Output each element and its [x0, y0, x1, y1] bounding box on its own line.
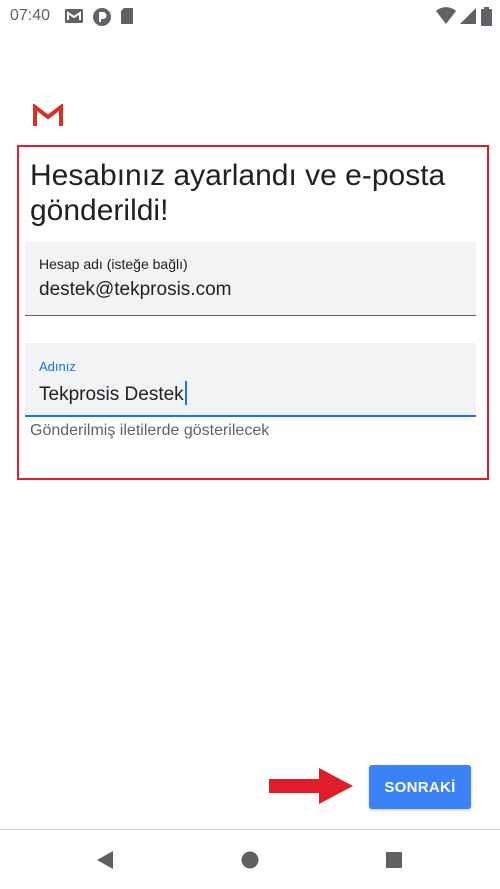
- home-button[interactable]: [220, 830, 280, 889]
- home-icon: [241, 851, 259, 868]
- gmail-notification-icon: [65, 9, 83, 23]
- text-cursor: [184, 381, 187, 405]
- your-name-value: Tekprosis Destek: [39, 384, 184, 405]
- wifi-icon: [436, 7, 456, 24]
- battery-icon: [481, 7, 492, 26]
- signal-icon: [460, 8, 476, 24]
- recents-button[interactable]: [364, 830, 424, 889]
- back-button[interactable]: [75, 830, 135, 889]
- next-button[interactable]: SONRAKİ: [369, 765, 471, 809]
- recents-icon: [386, 851, 402, 868]
- account-name-value[interactable]: destek@tekprosis.com: [39, 279, 231, 301]
- status-bar: 07:40: [0, 0, 500, 34]
- status-time: 07:40: [10, 7, 51, 24]
- account-name-field[interactable]: Hesap adı (isteğe bağlı) destek@tekprosi…: [25, 242, 476, 316]
- your-name-input[interactable]: Tekprosis Destek: [39, 381, 187, 406]
- app-notification-icon: [93, 8, 111, 26]
- your-name-helper-text: Gönderilmiş iletilerde gösterilecek: [30, 422, 270, 439]
- red-arrow-icon: [269, 768, 353, 804]
- your-name-field[interactable]: Adınız Tekprosis Destek: [25, 343, 476, 417]
- your-name-label: Adınız: [39, 359, 76, 374]
- account-name-label: Hesap adı (isteğe bağlı): [39, 256, 188, 272]
- back-icon: [97, 850, 113, 869]
- navigation-bar: [0, 830, 500, 889]
- sd-card-icon: [121, 8, 133, 24]
- gmail-logo-icon: [33, 104, 63, 126]
- page-title: Hesabınız ayarlandı ve e-posta gönderild…: [30, 159, 446, 227]
